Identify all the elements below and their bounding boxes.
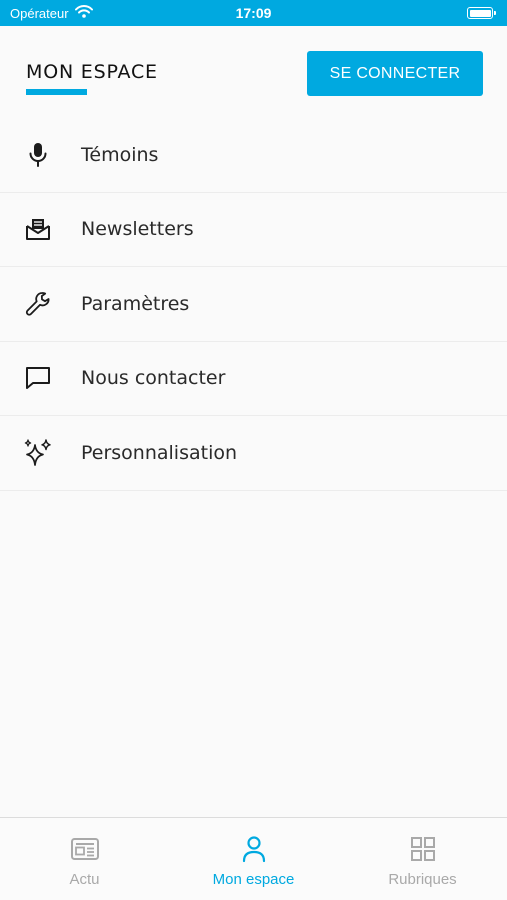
menu-item-label: Nous contacter (81, 367, 226, 390)
wifi-icon (74, 5, 93, 21)
chat-bubble-icon (23, 363, 53, 393)
menu-item-nous-contacter[interactable]: Nous contacter (0, 342, 507, 416)
tab-rubriques[interactable]: Rubriques (338, 818, 507, 900)
menu-item-label: Témoins (81, 143, 159, 166)
page-title: MON ESPACE (26, 61, 158, 83)
person-icon (238, 834, 270, 864)
tab-mon-espace[interactable]: Mon espace (169, 818, 338, 900)
wrench-icon (23, 289, 53, 319)
grid-icon (407, 834, 439, 864)
title-underline (26, 89, 87, 95)
menu-item-parametres[interactable]: Paramètres (0, 267, 507, 342)
status-left: Opérateur (10, 5, 93, 21)
mail-envelope-icon (23, 214, 53, 244)
menu-item-newsletters[interactable]: Newsletters (0, 193, 507, 267)
menu-item-label: Personnalisation (81, 441, 238, 464)
menu-item-label: Newsletters (81, 218, 194, 241)
tab-bar: Actu Mon espace Rubriques (0, 817, 507, 900)
battery-icon (467, 7, 496, 19)
menu-list: Témoins Newsletters Paramètres Nous cont… (0, 118, 507, 491)
tab-label: Actu (69, 871, 100, 888)
tab-label: Mon espace (212, 871, 295, 888)
newspaper-icon (69, 834, 101, 864)
tab-label: Rubriques (388, 871, 457, 888)
status-bar: Opérateur 17:09 (0, 0, 507, 26)
menu-item-personnalisation[interactable]: Personnalisation (0, 416, 507, 491)
tab-actu[interactable]: Actu (0, 818, 169, 900)
menu-item-temoins[interactable]: Témoins (0, 118, 507, 193)
login-button[interactable]: SE CONNECTER (307, 51, 483, 96)
header: MON ESPACE SE CONNECTER (0, 26, 507, 118)
microphone-icon (23, 140, 53, 170)
carrier-label: Opérateur (10, 5, 69, 21)
sparkles-icon (23, 438, 53, 468)
menu-item-label: Paramètres (81, 292, 190, 315)
